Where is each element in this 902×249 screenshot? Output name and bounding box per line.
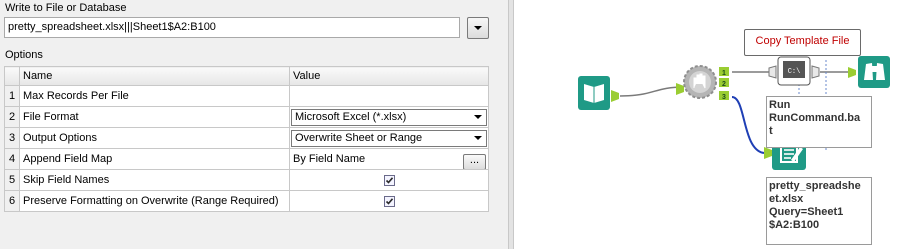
grid-header-corner xyxy=(4,66,20,86)
table-row: 1 Max Records Per File xyxy=(4,85,489,107)
row-number: 2 xyxy=(4,106,20,128)
runcommand-annotation: Run RunCommand.ba t xyxy=(766,96,872,148)
annotation-line: pretty_spreadshe xyxy=(769,180,861,192)
max-records-input[interactable] xyxy=(289,85,489,107)
table-row: 4 Append Field Map By Field Name ... xyxy=(4,148,489,170)
configuration-panel: Write to File or Database pretty_spreads… xyxy=(0,0,508,249)
options-grid: Name Value 1 Max Records Per File 2 File… xyxy=(4,66,489,212)
append-field-map-value: By Field Name xyxy=(293,153,366,165)
annotation-line: et.xlsx xyxy=(769,193,804,205)
block-until-done-tool[interactable]: 1 2 3 xyxy=(676,65,729,101)
annotation-line: RunCommand.ba xyxy=(769,112,861,124)
row-number: 1 xyxy=(4,85,20,107)
chevron-down-icon xyxy=(474,26,482,30)
table-row: 3 Output Options Overwrite Sheet or Rang… xyxy=(4,127,489,149)
grid-header-name: Name xyxy=(19,66,290,86)
skip-field-names-checkbox[interactable] xyxy=(383,174,395,186)
option-name: File Format xyxy=(19,106,290,128)
annotation-line: $A2:B100 xyxy=(769,219,820,231)
write-to-file-label: Write to File or Database xyxy=(5,2,127,14)
path-dropdown-button[interactable] xyxy=(467,17,489,39)
grid-header-row: Name Value xyxy=(4,66,489,86)
input-data-tool[interactable] xyxy=(578,76,619,110)
workflow-canvas[interactable]: 1 2 3 C:\ Copy Template File Run RunComm… xyxy=(514,0,902,249)
chevron-down-icon xyxy=(474,114,482,119)
option-name: Output Options xyxy=(19,127,290,149)
preserve-formatting-cell xyxy=(289,190,489,212)
output-annotation: pretty_spreadshe et.xlsx Query=Sheet1 $A… xyxy=(766,177,872,245)
annotation-line: Query=Sheet1 xyxy=(769,206,844,218)
row-number: 3 xyxy=(4,127,20,149)
check-icon xyxy=(385,197,393,205)
file-format-cell: Microsoft Excel (*.xlsx) xyxy=(289,106,489,128)
skip-field-names-cell xyxy=(289,169,489,191)
input-anchor xyxy=(676,83,684,95)
preserve-formatting-checkbox[interactable] xyxy=(383,195,395,207)
field-map-ellipsis-button[interactable]: ... xyxy=(463,154,486,169)
connection-input-to-block[interactable] xyxy=(619,86,685,97)
output-options-select[interactable]: Overwrite Sheet or Range xyxy=(291,129,487,147)
run-command-tool[interactable]: C:\ xyxy=(768,56,820,86)
terminal-icon: C:\ xyxy=(788,68,801,76)
table-row: 6 Preserve Formatting on Overwrite (Rang… xyxy=(4,190,489,212)
output-path-input[interactable]: pretty_spreadsheet.xlsx|||Sheet1$A2:B100 xyxy=(4,17,460,38)
row-number: 6 xyxy=(4,190,20,212)
chevron-down-icon xyxy=(474,135,482,140)
option-name: Skip Field Names xyxy=(19,169,290,191)
append-field-map-cell: By Field Name ... xyxy=(289,148,489,170)
row-number: 4 xyxy=(4,148,20,170)
option-name: Preserve Formatting on Overwrite (Range … xyxy=(19,190,290,212)
connection-block-to-output-selected[interactable] xyxy=(731,96,765,154)
copy-template-file-label[interactable]: Copy Template File xyxy=(744,29,861,56)
anchor-label-2: 2 xyxy=(722,81,726,88)
grid-header-value: Value xyxy=(289,66,489,86)
output-anchor xyxy=(611,90,619,102)
browse-tool[interactable] xyxy=(848,56,890,88)
options-label: Options xyxy=(5,49,43,61)
anchor-label-3: 3 xyxy=(722,94,726,101)
option-name: Max Records Per File xyxy=(19,85,290,107)
output-options-cell: Overwrite Sheet or Range xyxy=(289,127,489,149)
option-name: Append Field Map xyxy=(19,148,290,170)
anchor-label-1: 1 xyxy=(722,70,726,77)
output-options-value: Overwrite Sheet or Range xyxy=(295,131,423,144)
table-row: 5 Skip Field Names xyxy=(4,169,489,191)
table-row: 2 File Format Microsoft Excel (*.xlsx) xyxy=(4,106,489,128)
row-number: 5 xyxy=(4,169,20,191)
file-format-value: Microsoft Excel (*.xlsx) xyxy=(295,110,407,123)
annotation-line: t xyxy=(769,125,773,137)
check-icon xyxy=(385,176,393,184)
annotation-line: Run xyxy=(769,99,791,111)
file-format-select[interactable]: Microsoft Excel (*.xlsx) xyxy=(291,108,487,126)
